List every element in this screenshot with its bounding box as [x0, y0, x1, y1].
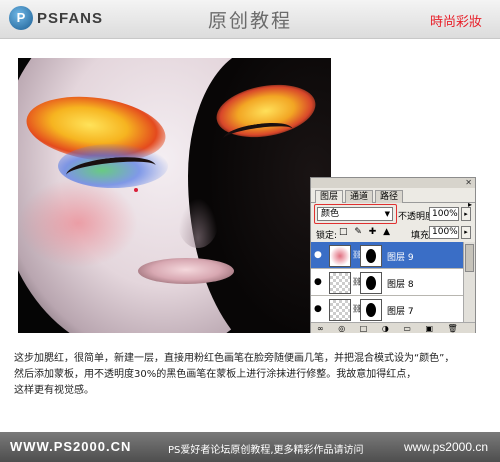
tab-paths[interactable]: 路径	[375, 190, 404, 203]
layer-thumbnail	[329, 245, 351, 267]
lock-options-icon[interactable]: □ ✎ ✚ ▲	[339, 227, 392, 237]
layer-mask-thumbnail[interactable]	[360, 299, 382, 321]
close-icon[interactable]: ✕	[465, 178, 472, 188]
layer-mask-thumbnail[interactable]	[360, 272, 382, 294]
layer-thumbnail	[329, 272, 351, 294]
footer-site-link[interactable]: www.ps2000.cn	[404, 440, 488, 454]
layer-row-9[interactable]: ● ⛓ 图层 9	[311, 242, 463, 269]
description-line-1: 这步加腮红，很简单，新建一层，直接用粉红色画笔在脸旁随便画几笔，并把混合模式设为…	[14, 353, 455, 364]
panel-bottom-toolbar[interactable]: ∞ ◎ □ ◑ ▭ ▣ 🗑	[311, 322, 475, 333]
lips	[138, 258, 234, 284]
tab-layers[interactable]: 图层	[315, 190, 344, 203]
opacity-slider-toggle[interactable]: ▸	[461, 207, 471, 221]
red-dot-mark	[134, 188, 138, 192]
fill-input[interactable]: 100%	[429, 226, 459, 239]
nose-shadow	[178, 198, 218, 248]
header-bar: P PSFANS 原创教程 時尚彩妝	[0, 0, 500, 39]
fill-slider-toggle[interactable]: ▸	[461, 226, 471, 239]
layers-panel: ✕ 图层 通道 路径 ▸ 颜色 ▼ 不透明度: 100% ▸ 锁定: □ ✎ ✚…	[310, 177, 476, 333]
layer-name: 图层 8	[387, 280, 414, 290]
lock-label: 锁定:	[316, 231, 338, 241]
description-line-2: 然后添加蒙板，用不透明度30%的黑色画笔在蒙板上进行涂抹进行修整。我故意加得红点…	[14, 369, 417, 380]
mask-shape	[366, 303, 376, 317]
eye-visibility-icon[interactable]: ●	[314, 304, 322, 314]
tutorial-photo	[18, 58, 331, 333]
mask-shape	[366, 249, 376, 263]
description-line-3: 这样更有视觉感。	[14, 385, 94, 396]
blend-mode-highlight	[314, 204, 397, 224]
scrollbar-thumb[interactable]	[465, 244, 474, 272]
layer-name: 图层 9	[387, 253, 414, 263]
layer-list: ● ⛓ 图层 9 ● ⛓ 图层 8 ● ⛓ 图层 7	[311, 242, 463, 322]
tutorial-description: 这步加腮红，很简单，新建一层，直接用粉红色画笔在脸旁随便画几笔，并把混合模式设为…	[14, 351, 484, 399]
layer-thumbnail	[329, 299, 351, 321]
layer-list-scrollbar[interactable]	[463, 242, 475, 322]
footer-site-logo[interactable]: WWW.PS2000.CN	[10, 439, 131, 454]
layer-row-7[interactable]: ● ⛓ 图层 7	[311, 296, 463, 322]
page-title: 原创教程	[207, 10, 292, 32]
eye-visibility-icon[interactable]: ●	[314, 277, 322, 287]
cheek-blush	[18, 178, 138, 268]
panel-title-bar[interactable]: ✕	[311, 178, 475, 188]
mask-shape	[366, 276, 376, 290]
category-label: 時尚彩妝	[429, 15, 482, 30]
opacity-input[interactable]: 100%	[429, 207, 459, 221]
eye-visibility-icon[interactable]: ●	[314, 250, 322, 260]
tab-channels[interactable]: 通道	[345, 190, 374, 203]
layer-mask-thumbnail[interactable]	[360, 245, 382, 267]
footer-slogan: PS爱好者论坛原创教程,更多精彩作品请访问	[168, 445, 364, 456]
panel-tab-strip: 图层 通道 路径 ▸	[311, 188, 475, 209]
layer-row-8[interactable]: ● ⛓ 图层 8	[311, 269, 463, 296]
layer-name: 图层 7	[387, 307, 414, 317]
footer-bar: WWW.PS2000.CN PS爱好者论坛原创教程,更多精彩作品请访问 www.…	[0, 432, 500, 462]
